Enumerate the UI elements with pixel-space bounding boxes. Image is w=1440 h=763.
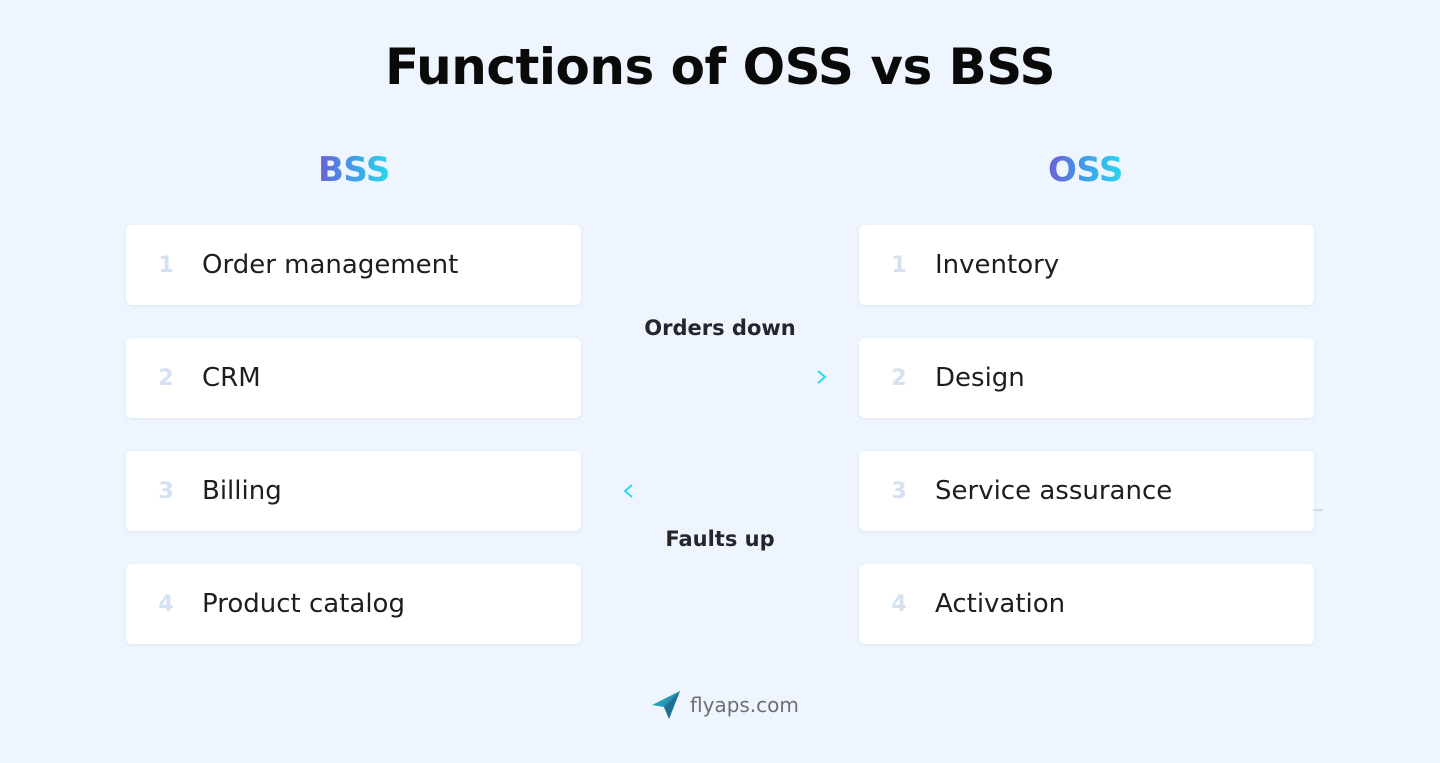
oss-heading: OSS [1048, 150, 1123, 190]
bss-heading: BSS [318, 150, 390, 190]
item-label: CRM [202, 363, 261, 393]
item-number: 4 [891, 591, 907, 617]
item-label: Design [935, 363, 1025, 393]
bss-item: 3 Billing [126, 451, 581, 531]
faults-up-label: Faults up [665, 527, 775, 551]
oss-item: 4 Activation [859, 564, 1314, 644]
item-label: Service assurance [935, 476, 1173, 506]
item-number: 3 [891, 478, 907, 504]
item-number: 1 [158, 252, 174, 278]
site-url: flyaps.com [690, 693, 799, 717]
orders-down-label: Orders down [644, 316, 796, 340]
oss-item: 2 Design [859, 338, 1314, 418]
item-number: 1 [891, 252, 907, 278]
item-number: 2 [158, 365, 174, 391]
oss-item: 3 Service assurance [859, 451, 1314, 531]
paper-plane-icon [652, 691, 680, 719]
item-label: Product catalog [202, 589, 405, 619]
arrow-right-icon [625, 370, 827, 384]
item-label: Order management [202, 250, 459, 280]
bss-item: 4 Product catalog [126, 564, 581, 644]
item-number: 4 [158, 591, 174, 617]
bss-item: 2 CRM [126, 338, 581, 418]
item-number: 2 [891, 365, 907, 391]
oss-item: 1 Inventory [859, 225, 1314, 305]
item-label: Activation [935, 589, 1066, 619]
item-label: Inventory [935, 250, 1060, 280]
item-label: Billing [202, 476, 282, 506]
decorative-tick [1313, 509, 1323, 511]
page-title: Functions of OSS vs BSS [385, 38, 1056, 96]
bss-item: 1 Order management [126, 225, 581, 305]
footer-brand: flyaps.com [650, 688, 799, 722]
item-number: 3 [158, 478, 174, 504]
arrow-left-icon [623, 484, 825, 498]
